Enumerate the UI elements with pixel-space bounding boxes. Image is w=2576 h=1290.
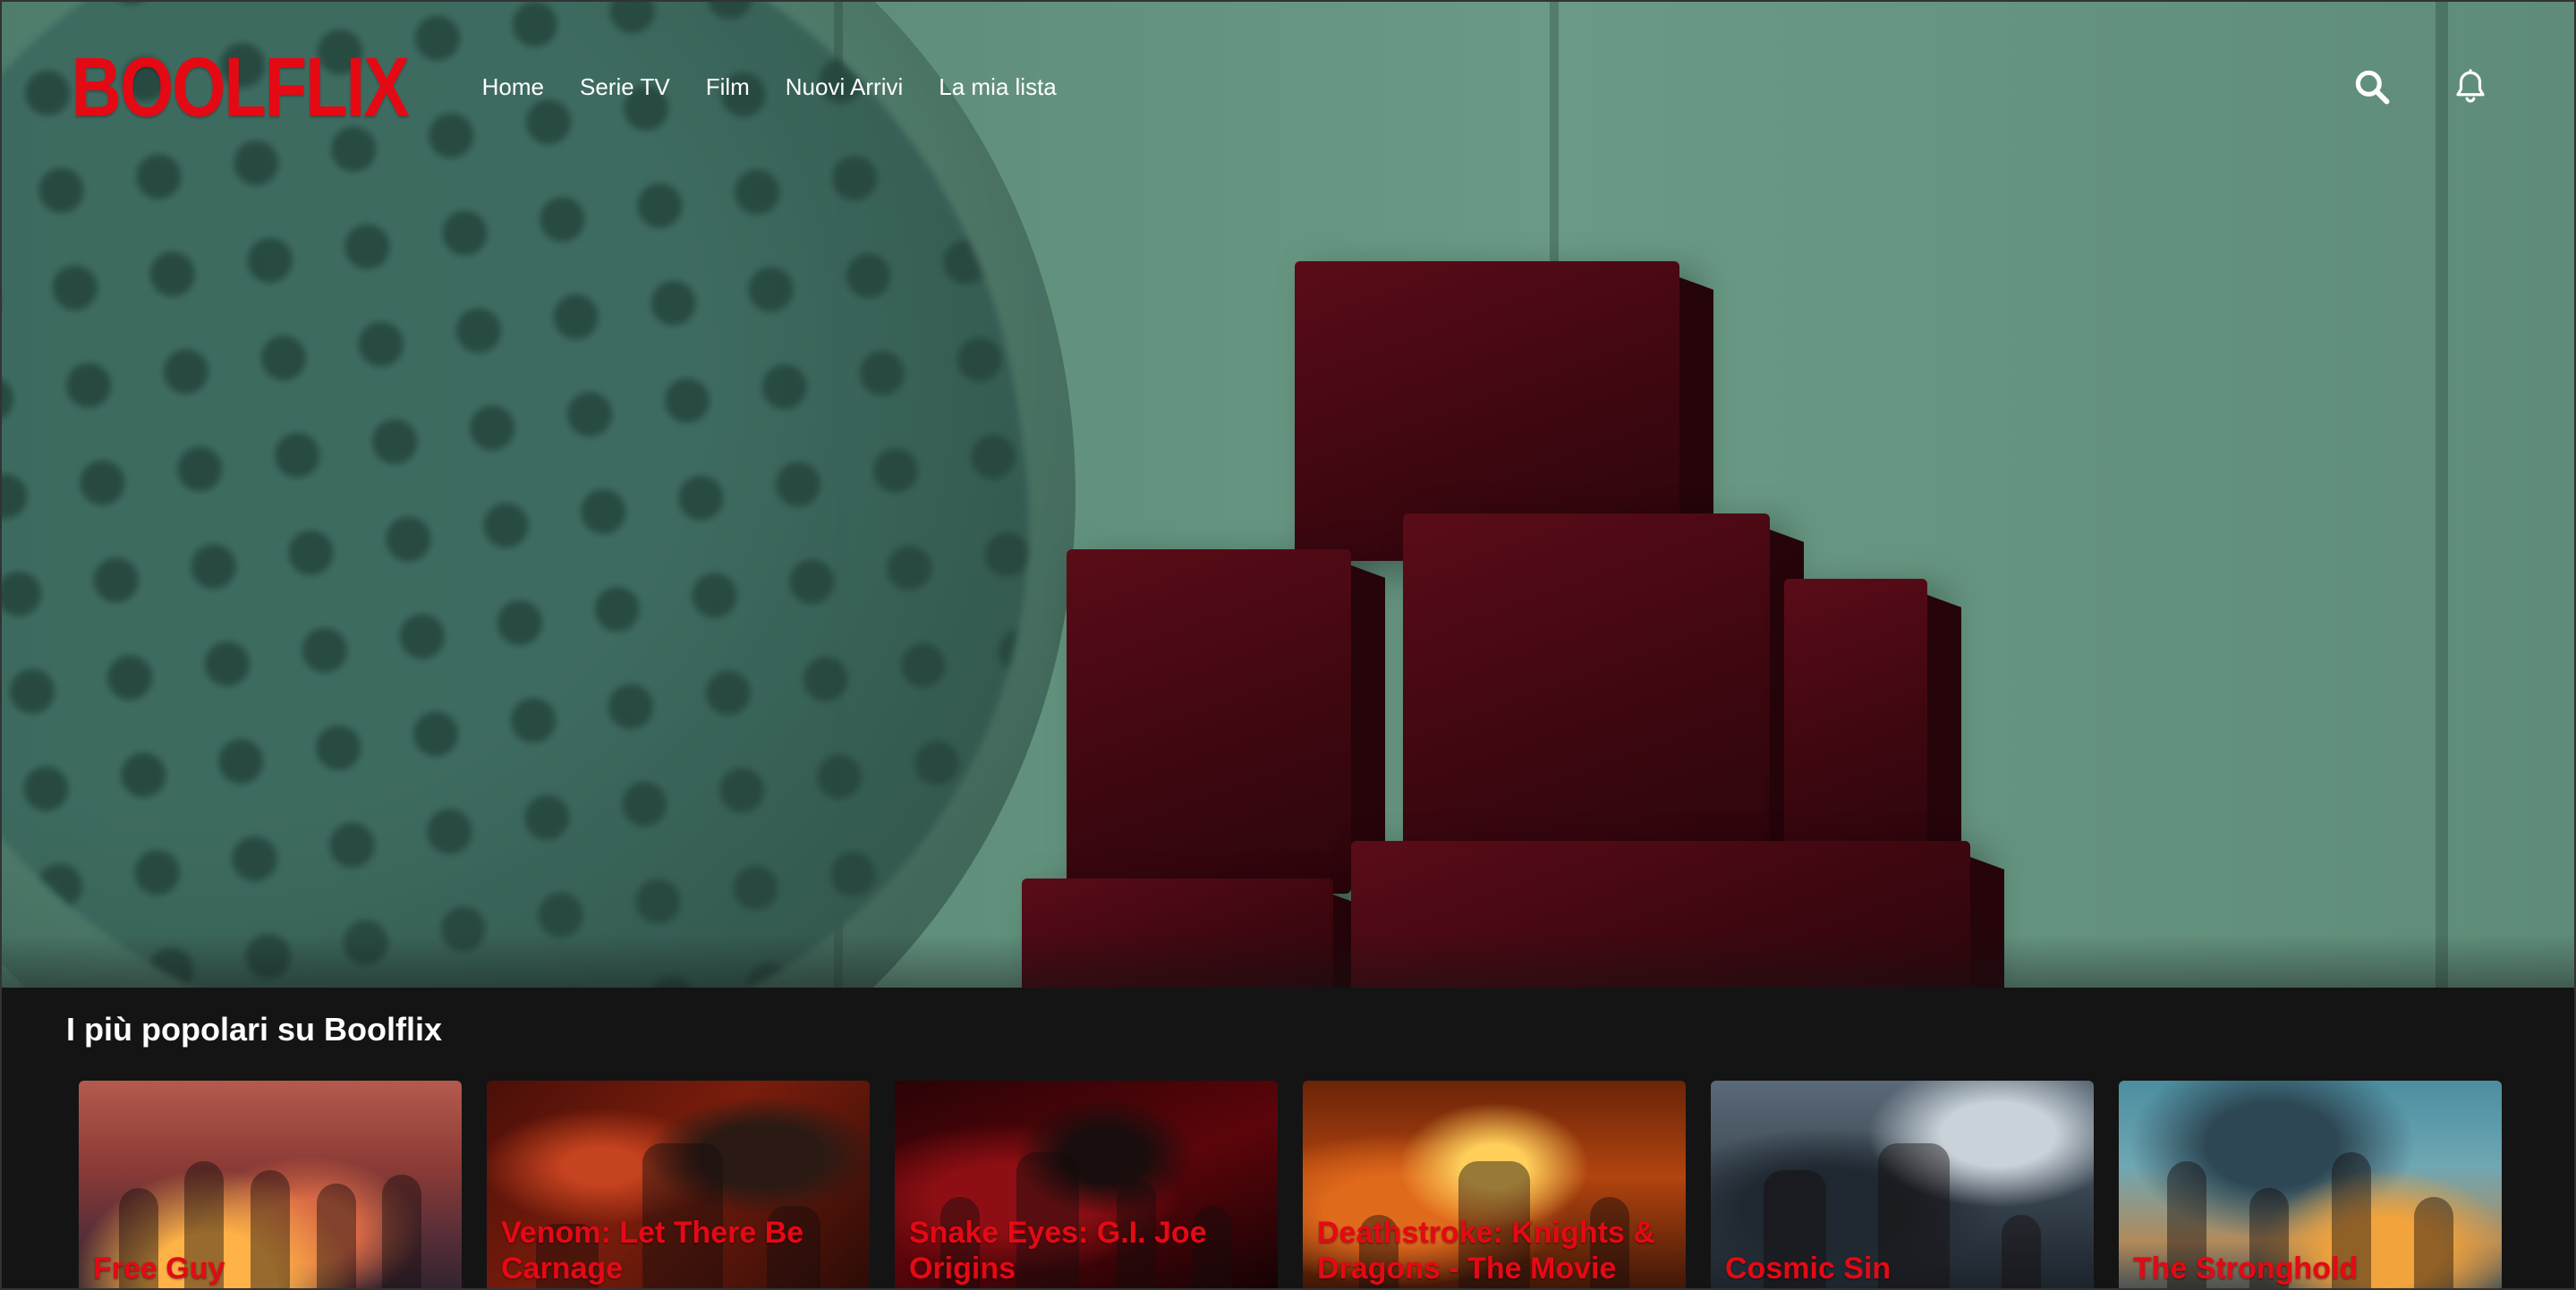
- hero-block: [1784, 579, 1927, 865]
- movie-title: The Stronghold: [2133, 1252, 2359, 1286]
- nav-link-la-mia-lista[interactable]: La mia lista: [939, 73, 1057, 101]
- notifications-button[interactable]: [2449, 65, 2492, 108]
- movie-card[interactable]: The Stronghold: [2119, 1081, 2502, 1288]
- search-button[interactable]: [2351, 65, 2393, 108]
- card-list: Free Guy Venom: Let There Be Carnage Sna…: [79, 1081, 2502, 1288]
- main-nav: Home Serie TV Film Nuovi Arrivi La mia l…: [482, 73, 1057, 101]
- row-title: I più popolari su Boolflix: [66, 1011, 442, 1048]
- movie-title: Free Guy: [93, 1252, 225, 1286]
- search-icon: [2355, 70, 2390, 105]
- movie-card[interactable]: Cosmic Sin: [1711, 1081, 2094, 1288]
- hero-block: [1403, 513, 1770, 864]
- boolflix-logo[interactable]: BOOLFLIX: [72, 38, 410, 136]
- movie-title: Venom: Let There Be Carnage: [501, 1216, 804, 1286]
- hero-fade: [2, 934, 2574, 988]
- movie-title: Deathstroke: Knights & Dragons - The Mov…: [1317, 1216, 1655, 1286]
- nav-link-home[interactable]: Home: [482, 73, 544, 101]
- movie-title: Cosmic Sin: [1725, 1252, 1892, 1286]
- nav-actions: [2351, 65, 2492, 108]
- movie-card[interactable]: Free Guy: [79, 1081, 462, 1288]
- nav-link-nuovi-arrivi[interactable]: Nuovi Arrivi: [786, 73, 903, 101]
- app-window: BOOLFLIX Home Serie TV Film Nuovi Arrivi…: [0, 0, 2576, 1290]
- top-navbar: BOOLFLIX Home Serie TV Film Nuovi Arrivi…: [2, 2, 2574, 172]
- popular-row: I più popolari su Boolflix Free Guy Veno…: [2, 988, 2574, 1288]
- movie-title: Snake Eyes: G.I. Joe Origins: [909, 1216, 1207, 1286]
- nav-link-film[interactable]: Film: [706, 73, 750, 101]
- bell-icon: [2456, 69, 2485, 103]
- movie-card[interactable]: Deathstroke: Knights & Dragons - The Mov…: [1303, 1081, 1686, 1288]
- movie-card[interactable]: Venom: Let There Be Carnage: [487, 1081, 870, 1288]
- hero-block: [1067, 549, 1351, 894]
- nav-link-serie-tv[interactable]: Serie TV: [580, 73, 670, 101]
- movie-card[interactable]: Snake Eyes: G.I. Joe Origins: [895, 1081, 1278, 1288]
